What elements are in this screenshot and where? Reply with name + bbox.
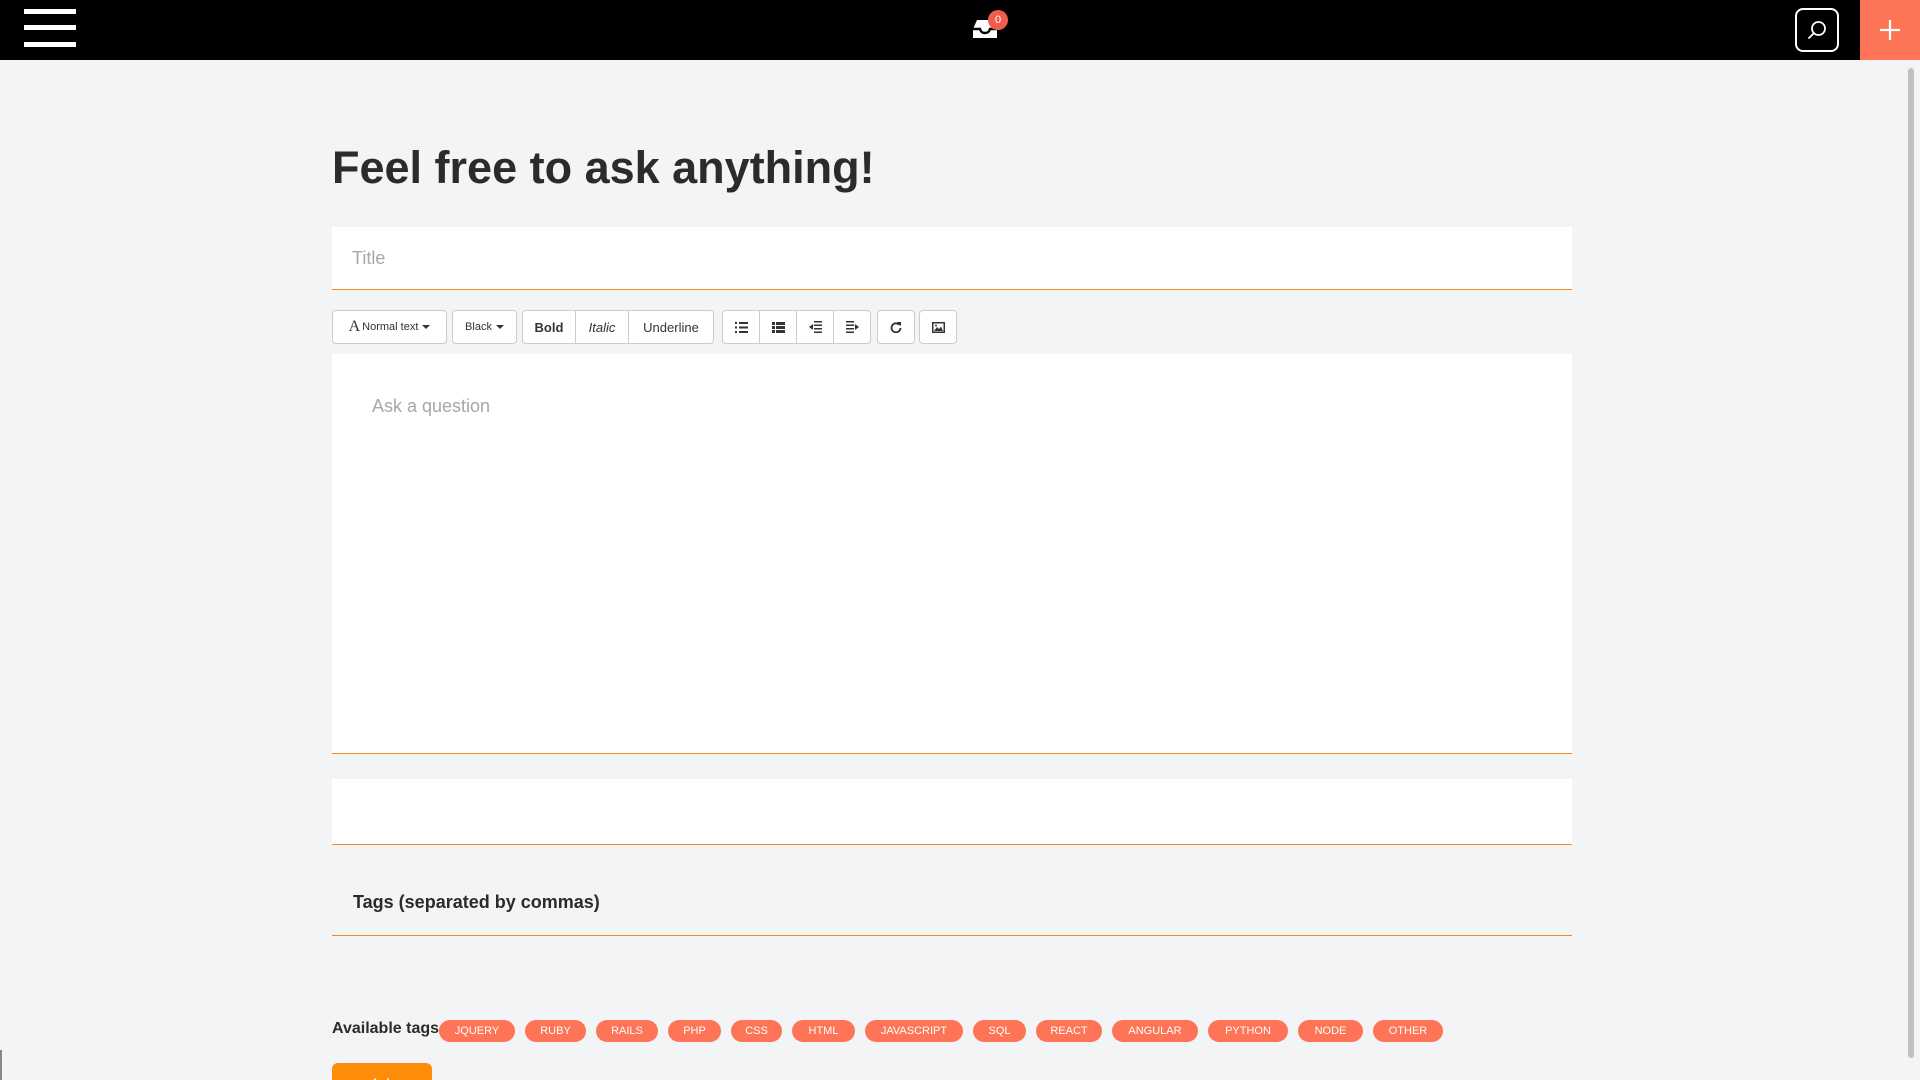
redo-button[interactable] bbox=[877, 310, 915, 344]
redo-icon bbox=[890, 322, 902, 333]
page-title: Feel free to ask anything! bbox=[332, 142, 875, 193]
bulleted-list-icon bbox=[734, 321, 748, 333]
tag-chip-jquery[interactable]: JQUERY bbox=[439, 1020, 515, 1042]
numbered-list-button[interactable] bbox=[759, 310, 797, 344]
scrollbar-thumb[interactable] bbox=[1908, 68, 1914, 1058]
tag-chip-sql[interactable]: SQL bbox=[973, 1020, 1026, 1042]
inbox-button[interactable]: 0 bbox=[971, 10, 1008, 42]
insert-image-button[interactable] bbox=[919, 310, 957, 344]
indent-button[interactable] bbox=[833, 310, 871, 344]
tag-chip-css[interactable]: CSS bbox=[731, 1020, 782, 1042]
tag-chip-ruby[interactable]: RUBY bbox=[525, 1020, 586, 1042]
tag-chip-rails[interactable]: RAILS bbox=[596, 1020, 658, 1042]
editor-placeholder: Ask a question bbox=[372, 396, 491, 416]
bold-button[interactable]: Bold bbox=[522, 310, 576, 344]
menu-line bbox=[24, 25, 76, 30]
ask-submit-button[interactable]: Ask bbox=[332, 1063, 432, 1080]
search-icon bbox=[1808, 21, 1826, 39]
caret-down-icon bbox=[422, 325, 431, 329]
plus-icon bbox=[1880, 20, 1900, 40]
numbered-list-icon bbox=[771, 321, 785, 333]
tag-chip-react[interactable]: REACT bbox=[1036, 1020, 1102, 1042]
text-style-label: Normal text bbox=[362, 321, 419, 333]
tag-chip-html[interactable]: HTML bbox=[792, 1020, 855, 1042]
text-color-label: Black bbox=[465, 321, 492, 333]
menu-line bbox=[24, 42, 76, 47]
additional-input-field[interactable] bbox=[332, 779, 1572, 845]
italic-button[interactable]: Italic bbox=[575, 310, 629, 344]
tags-input-label[interactable]: Tags (separated by commas) bbox=[353, 892, 600, 913]
tag-chip-other[interactable]: OTHER bbox=[1373, 1020, 1443, 1042]
question-body-editor[interactable]: Ask a question bbox=[332, 354, 1572, 754]
caret-down-icon bbox=[495, 325, 504, 329]
hamburger-menu-icon[interactable] bbox=[24, 9, 76, 47]
tag-chip-python[interactable]: PYTHON bbox=[1208, 1020, 1288, 1042]
indent-icon bbox=[845, 321, 859, 333]
top-navigation-bar: 0 bbox=[0, 0, 1920, 60]
text-color-dropdown[interactable]: Black bbox=[452, 310, 517, 344]
image-icon bbox=[931, 321, 945, 333]
title-input[interactable] bbox=[332, 227, 1572, 290]
window-edge bbox=[0, 1050, 2, 1080]
tag-chip-angular[interactable]: ANGULAR bbox=[1112, 1020, 1198, 1042]
text-style-dropdown[interactable]: A Normal text bbox=[332, 310, 447, 344]
new-question-button[interactable] bbox=[1860, 0, 1920, 60]
tag-chip-php[interactable]: PHP bbox=[668, 1020, 721, 1042]
font-icon: A bbox=[348, 318, 361, 335]
tag-chip-javascript[interactable]: JAVASCRIPT bbox=[865, 1020, 963, 1042]
outdent-button[interactable] bbox=[796, 310, 834, 344]
tags-input-underline bbox=[332, 935, 1572, 936]
underline-button[interactable]: Underline bbox=[628, 310, 714, 344]
tag-chip-node[interactable]: NODE bbox=[1298, 1020, 1363, 1042]
search-button[interactable] bbox=[1795, 8, 1839, 52]
available-tags-label: Available tags: bbox=[332, 1020, 445, 1037]
notification-count-badge: 0 bbox=[988, 10, 1008, 30]
outdent-icon bbox=[808, 321, 822, 333]
page-scrollbar[interactable] bbox=[1900, 60, 1920, 1080]
bulleted-list-button[interactable] bbox=[722, 310, 760, 344]
menu-line bbox=[24, 9, 76, 14]
